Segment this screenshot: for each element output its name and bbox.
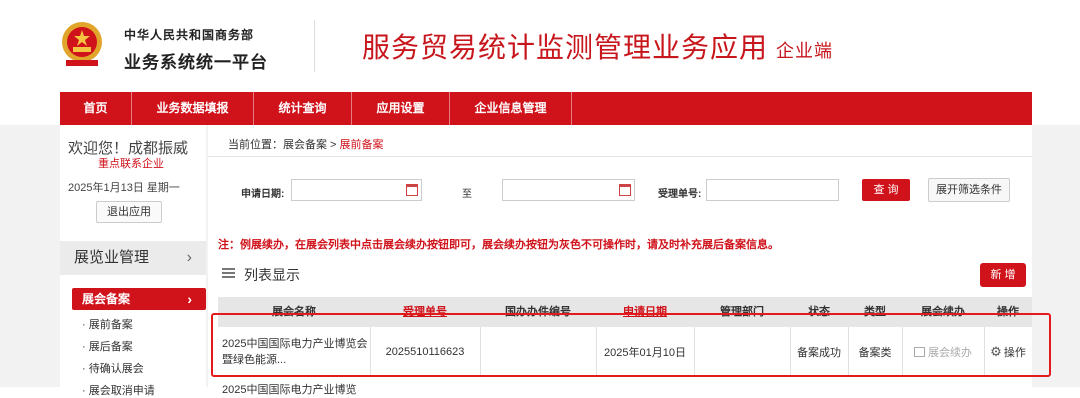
apply-date-start-input[interactable] [291, 179, 422, 201]
sidebar-section-expo[interactable]: 展览业管理 › [60, 241, 206, 275]
app-title-text: 服务贸易统计监测管理业务应用 [362, 32, 769, 63]
sidebar-subitem-post-filing[interactable]: · 展后备案 [82, 338, 133, 354]
company-tag: 重点联系企业 [98, 158, 164, 170]
nav-item-home[interactable]: 首页 [60, 92, 132, 125]
calendar-icon[interactable] [619, 184, 631, 196]
list-title: 列表显示 [244, 267, 300, 283]
cell-expo-name: 2025中国国际电力产业博览 [222, 384, 357, 396]
org-name: 中华人民共和国商务部 [124, 28, 255, 42]
nav-item-app-settings[interactable]: 应用设置 [352, 92, 450, 125]
list-icon [222, 268, 235, 279]
expand-filter-button[interactable]: 展开筛选条件 [928, 178, 1010, 202]
nav-item-stats-query[interactable]: 统计查询 [254, 92, 352, 125]
breadcrumb-divider [208, 156, 1032, 157]
header: 中华人民共和国商务部 业务系统统一平台 服务贸易统计监测管理业务应用 企业端 [0, 0, 1080, 92]
apply-date-label: 申请日期: [241, 189, 285, 200]
breadcrumb-current: 展前备案 [339, 139, 384, 151]
notice-text: 注：例展续办，在展会列表中点击展会续办按钮即可，展会续办按钮为灰色不可操作时，请… [218, 239, 779, 251]
main-nav: 首页 业务数据填报 统计查询 应用设置 企业信息管理 [60, 92, 1032, 125]
app-subtitle: 企业端 [776, 41, 834, 61]
sidebar: 欢迎您！成都振威 重点联系企业 2025年1月13日 星期一 退出应用 展览业管… [60, 125, 206, 397]
platform-name: 业务系统统一平台 [124, 53, 268, 72]
breadcrumb-path[interactable]: 展会备案 > [283, 139, 340, 151]
logout-button[interactable]: 退出应用 [96, 201, 162, 223]
sidebar-item-expo-filing[interactable]: 展会备案 › [72, 288, 206, 310]
date-range-to-label: 至 [462, 189, 472, 200]
nav-item-data-entry[interactable]: 业务数据填报 [132, 92, 254, 125]
breadcrumb: 当前位置：展会备案 > 展前备案 [228, 136, 384, 152]
add-button[interactable]: 新 增 [980, 263, 1026, 287]
receipt-no-label: 受理单号: [658, 189, 702, 200]
sidebar-subitem-cancel[interactable]: · 展会取消申请 [82, 382, 155, 398]
chevron-right-icon: › [186, 249, 192, 266]
breadcrumb-prefix: 当前位置： [228, 139, 283, 151]
app-title: 服务贸易统计监测管理业务应用 企业端 [362, 26, 833, 66]
apply-date-end-input[interactable] [502, 179, 635, 201]
chevron-right-icon: › [187, 291, 192, 307]
sidebar-subitem-pre-filing[interactable]: · 展前备案 [82, 316, 133, 332]
nav-item-company-info[interactable]: 企业信息管理 [450, 92, 572, 125]
sidebar-item-label: 展会备案 [82, 292, 131, 306]
table-row-partial: 2025中国国际电力产业博览 [218, 377, 1032, 397]
national-emblem-icon [62, 22, 102, 66]
sidebar-section-label: 展览业管理 [74, 249, 150, 266]
current-date: 2025年1月13日 星期一 [68, 182, 180, 194]
calendar-icon[interactable] [406, 184, 418, 196]
query-button[interactable]: 查 询 [862, 179, 910, 201]
sidebar-subitem-pending[interactable]: · 待确认展会 [82, 360, 144, 376]
header-divider [314, 20, 315, 72]
row-highlight-box [211, 313, 1051, 377]
receipt-no-input[interactable] [706, 179, 839, 201]
